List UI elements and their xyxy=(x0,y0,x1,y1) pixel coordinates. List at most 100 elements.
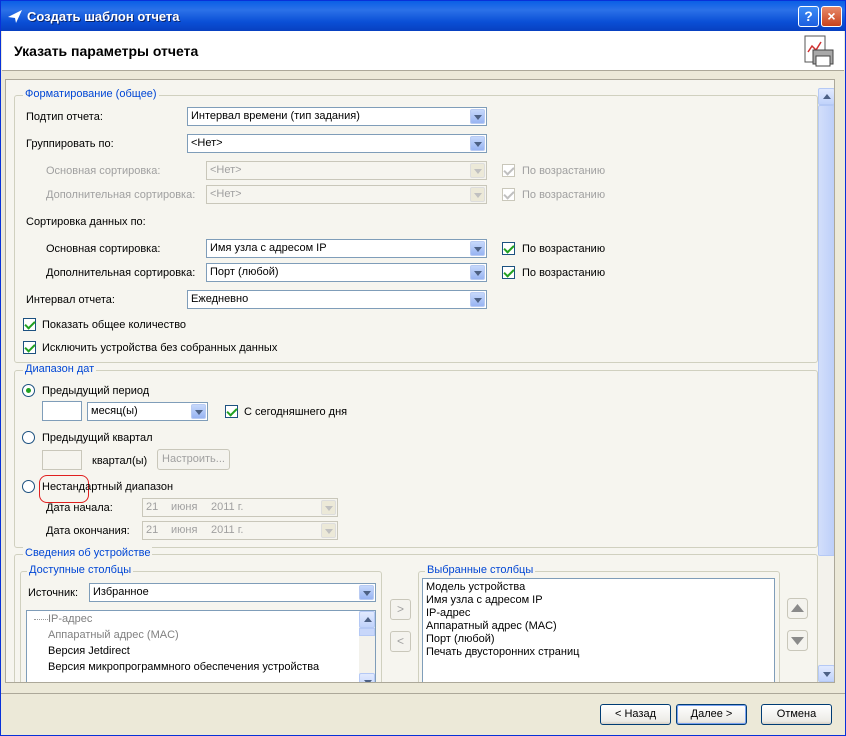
chevron-down-icon[interactable] xyxy=(470,136,485,151)
group-secondary-sort-combo[interactable]: <Нет> xyxy=(206,185,487,204)
close-button[interactable]: × xyxy=(821,6,842,27)
chevron-down-icon[interactable] xyxy=(191,404,206,419)
from-today-checkbox[interactable] xyxy=(225,405,238,418)
list-item[interactable]: Аппаратный адрес (MAC) xyxy=(426,620,557,632)
prev-quarter-radio[interactable] xyxy=(22,431,35,444)
scroll-down-icon[interactable] xyxy=(359,673,375,682)
available-list-scrollbar[interactable] xyxy=(359,611,375,682)
chevron-down-icon[interactable] xyxy=(470,187,485,202)
list-item[interactable]: Имя узла с адресом IP xyxy=(426,594,543,606)
list-item[interactable]: Печать двусторонних страниц xyxy=(426,646,579,658)
quarter-count-input[interactable] xyxy=(42,450,82,470)
quarter-unit-label: квартал(ы) xyxy=(92,455,148,467)
chevron-down-icon[interactable] xyxy=(470,109,485,124)
end-date-picker[interactable]: 21 июня 2011 г. xyxy=(142,521,338,540)
chevron-down-icon[interactable] xyxy=(470,265,485,280)
data-secondary-sort-combo[interactable]: Порт (любой) xyxy=(206,263,487,282)
end-date-label: Дата окончания: xyxy=(46,525,130,537)
help-button[interactable]: ? xyxy=(798,6,819,27)
interval-combo[interactable]: Ежедневно xyxy=(187,290,487,309)
group-primary-ascending-checkbox[interactable] xyxy=(502,164,515,177)
selected-columns-title: Выбранные столбцы xyxy=(425,564,536,576)
prev-period-radio[interactable] xyxy=(22,384,35,397)
list-item[interactable]: Аппаратный адрес (MAC) xyxy=(48,629,179,641)
list-item[interactable]: Версия Jetdirect xyxy=(48,645,130,657)
settings-panel: Форматирование (общее) Подтип отчета: Ин… xyxy=(5,79,835,683)
data-primary-ascending-checkbox[interactable] xyxy=(502,242,515,255)
groupby-combo[interactable]: <Нет> xyxy=(187,134,487,153)
wizard-icon xyxy=(8,10,22,23)
custom-range-radio[interactable] xyxy=(22,480,35,493)
window-title: Создать шаблон отчета xyxy=(27,9,180,24)
period-count-input[interactable] xyxy=(42,401,82,421)
available-columns-list[interactable]: IP-адрес Аппаратный адрес (MAC) Версия J… xyxy=(26,610,376,682)
scroll-up-icon[interactable] xyxy=(818,88,834,105)
interval-value: Ежедневно xyxy=(191,293,249,305)
scroll-up-icon[interactable] xyxy=(359,611,375,628)
add-column-button[interactable]: > xyxy=(390,599,411,620)
groupby-value: <Нет> xyxy=(191,137,223,149)
cancel-button[interactable]: Отмена xyxy=(761,704,832,725)
wizard-header: Указать параметры отчета xyxy=(2,31,844,71)
end-month: июня xyxy=(171,524,198,536)
panel-scrollbar[interactable] xyxy=(818,88,834,682)
end-year: 2011 г. xyxy=(211,524,244,536)
data-sort-label: Сортировка данных по: xyxy=(26,216,146,228)
prev-quarter-label: Предыдущий квартал xyxy=(42,432,153,444)
list-item[interactable]: IP-адрес xyxy=(426,607,470,619)
scroll-thumb[interactable] xyxy=(818,105,834,556)
period-unit-combo[interactable]: месяц(ы) xyxy=(87,402,208,421)
group-secondary-ascending-checkbox[interactable] xyxy=(502,188,515,201)
list-item[interactable]: Модель устройства xyxy=(426,581,525,593)
move-down-icon[interactable] xyxy=(787,630,808,651)
device-info-group-title: Сведения об устройстве xyxy=(23,547,153,559)
start-month: июня xyxy=(171,501,198,513)
back-button[interactable]: < Назад xyxy=(600,704,671,725)
group-primary-sort-value: <Нет> xyxy=(210,164,242,176)
chevron-down-icon[interactable] xyxy=(470,163,485,178)
group-primary-sort-combo[interactable]: <Нет> xyxy=(206,161,487,180)
from-today-label: С сегодняшнего дня xyxy=(244,406,348,418)
remove-column-button[interactable]: < xyxy=(390,631,411,652)
group-secondary-sort-label: Дополнительная сортировка: xyxy=(46,189,196,201)
start-date-label: Дата начала: xyxy=(46,502,113,514)
interval-label: Интервал отчета: xyxy=(26,294,115,306)
exclude-devices-checkbox[interactable] xyxy=(23,341,36,354)
group-primary-sort-label: Основная сортировка: xyxy=(46,165,161,177)
subtype-combo[interactable]: Интервал времени (тип задания) xyxy=(187,107,487,126)
prev-period-label: Предыдущий период xyxy=(42,385,150,397)
list-item[interactable]: Версия микропрограммного обеспечения уст… xyxy=(48,661,319,673)
next-button[interactable]: Далее > xyxy=(676,704,747,725)
start-date-picker[interactable]: 21 июня 2011 г. xyxy=(142,498,338,517)
list-item[interactable]: Порт (любой) xyxy=(426,633,495,645)
end-day: 21 xyxy=(146,524,159,536)
move-up-icon[interactable] xyxy=(787,598,808,619)
report-printer-icon xyxy=(804,35,834,67)
scroll-down-icon[interactable] xyxy=(818,665,834,682)
formatting-group-title: Форматирование (общее) xyxy=(23,88,159,100)
chevron-down-icon[interactable] xyxy=(321,500,336,515)
source-combo[interactable]: Избранное xyxy=(89,583,376,602)
data-secondary-ascending-checkbox[interactable] xyxy=(502,266,515,279)
chevron-down-icon[interactable] xyxy=(470,241,485,256)
period-unit-value: месяц(ы) xyxy=(91,405,138,417)
group-secondary-ascending-label: По возрастанию xyxy=(522,189,606,201)
chevron-down-icon[interactable] xyxy=(470,292,485,307)
chevron-down-icon[interactable] xyxy=(359,585,374,600)
data-primary-sort-value: Имя узла с адресом IP xyxy=(210,242,327,254)
settings-scroll-area: Форматирование (общее) Подтип отчета: Ин… xyxy=(6,80,818,682)
data-primary-sort-label: Основная сортировка: xyxy=(46,243,161,255)
configure-button[interactable]: Настроить... xyxy=(157,449,230,470)
chevron-down-icon[interactable] xyxy=(321,523,336,538)
show-total-checkbox[interactable] xyxy=(23,318,36,331)
selected-columns-list[interactable]: Модель устройства Имя узла с адресом IP … xyxy=(422,578,775,682)
scroll-thumb[interactable] xyxy=(359,628,375,636)
date-range-group-title: Диапазон дат xyxy=(23,363,97,375)
list-item[interactable]: IP-адрес xyxy=(48,613,92,625)
title-bar: Создать шаблон отчета ? × xyxy=(1,1,845,31)
source-value: Избранное xyxy=(93,586,149,598)
data-primary-sort-combo[interactable]: Имя узла с адресом IP xyxy=(206,239,487,258)
show-total-label: Показать общее количество xyxy=(42,319,187,331)
report-template-window: Создать шаблон отчета ? × Указать параме… xyxy=(0,0,846,736)
data-secondary-sort-label: Дополнительная сортировка: xyxy=(46,267,196,279)
